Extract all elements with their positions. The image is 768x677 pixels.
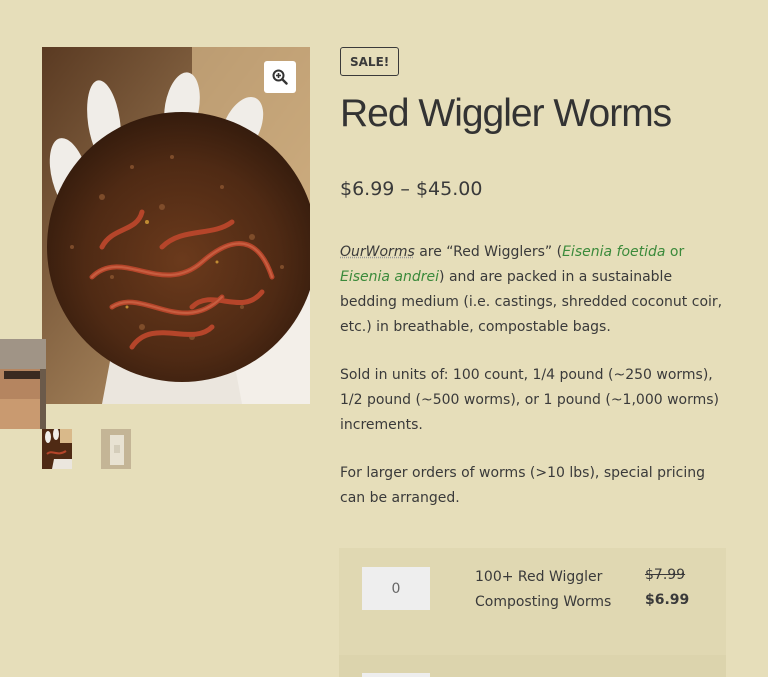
description-or: or (665, 244, 685, 260)
description-paragraph-2: Sold in units of: 100 count, 1/4 pound (… (340, 367, 720, 433)
brand-link[interactable]: OurWorms (340, 244, 415, 260)
regular-price: $7.99 (645, 567, 686, 583)
sale-price: $6.99 (645, 592, 690, 608)
description-text: are “Red Wigglers” ( (414, 244, 563, 260)
quantity-input[interactable] (362, 567, 430, 610)
quantity-input-next-row[interactable] (362, 673, 430, 677)
price-range: $6.99 – $45.00 (340, 178, 483, 200)
bag-photo-thumbnail-image (101, 429, 131, 469)
product-title: Red Wiggler Worms (340, 92, 672, 135)
zoom-in-icon (272, 69, 288, 85)
species-link-andrei[interactable]: Eisenia andrei (340, 269, 439, 285)
description-paragraph-3: For larger orders of worms (>10 lbs), sp… (340, 465, 706, 506)
next-slide-image-peek[interactable] (0, 339, 46, 429)
main-product-image[interactable] (42, 47, 310, 404)
bag-photo-thumbnail[interactable] (101, 429, 131, 469)
description-paragraph-1: OurWorms are “Red Wigglers” (Eisenia foe… (340, 240, 725, 340)
variant-name: 100+ Red Wiggler Composting Worms (475, 569, 612, 610)
zoom-button[interactable] (264, 61, 296, 93)
sale-badge: SALE! (340, 47, 400, 76)
worms-in-hand-photo (42, 47, 310, 404)
species-link-foetida[interactable]: Eisenia foetida (562, 244, 665, 260)
worm-photo-thumbnail[interactable] (42, 429, 72, 469)
worm-bin-photo (0, 339, 46, 429)
worm-photo-thumbnail-image (42, 429, 72, 469)
